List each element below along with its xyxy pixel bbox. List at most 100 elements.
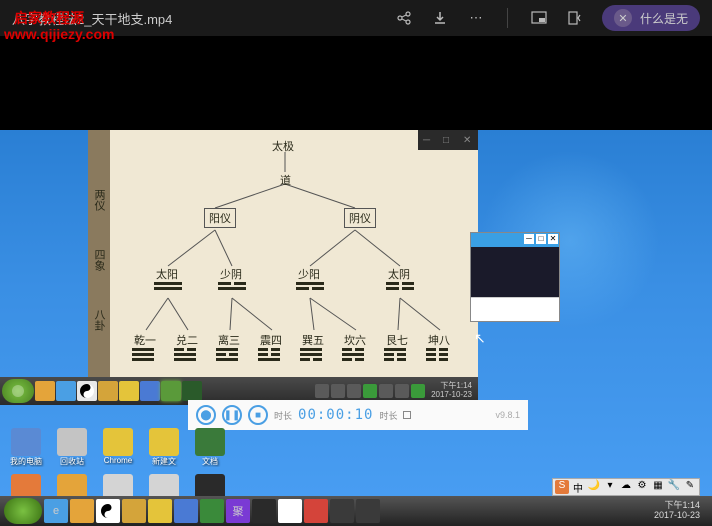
taskbar-item[interactable] [119, 381, 139, 401]
desktop-icon[interactable]: 我的电脑 [6, 428, 46, 470]
tray-icon[interactable] [379, 384, 393, 398]
tray-icon[interactable] [315, 384, 329, 398]
tree-l4-6: 艮七 [386, 332, 408, 348]
pip-icon[interactable] [530, 9, 548, 27]
tray-icon[interactable] [363, 384, 377, 398]
close-icon[interactable]: ✕ [463, 135, 473, 145]
tray-icon[interactable] [331, 384, 345, 398]
collapse-icon[interactable] [566, 9, 584, 27]
tree-lines [110, 130, 478, 390]
taskbar-item-yinyang[interactable] [77, 381, 97, 401]
menu-icon[interactable] [403, 411, 411, 419]
tree-root: 太极 [272, 138, 294, 154]
tree-l3-0: 太阳 [156, 266, 178, 282]
ime-pen-icon[interactable]: ✎ [683, 480, 697, 494]
taskbar-item[interactable] [140, 381, 160, 401]
ime-lang-icon[interactable]: 中 [571, 480, 585, 494]
taskbar-folder-icon[interactable] [148, 499, 172, 523]
start-button[interactable] [4, 498, 42, 524]
tree-l4-7: 坤八 [428, 332, 450, 348]
taskbar-item[interactable] [35, 381, 55, 401]
more-icon[interactable]: ⋯ [467, 9, 485, 27]
desktop-icon[interactable]: Chrome [98, 428, 138, 470]
ime-main-icon[interactable]: S [555, 480, 569, 494]
share-icon[interactable] [395, 9, 413, 27]
desktop-icon[interactable]: 回收站 [52, 428, 92, 470]
ime-moon-icon[interactable]: 🌙 [587, 480, 601, 494]
close-icon[interactable]: ✕ [614, 9, 632, 27]
ime-dropdown-icon[interactable]: ▾ [603, 480, 617, 494]
taskbar-item[interactable]: 聚 [226, 499, 250, 523]
watermark-text-1: 启家教程源 [14, 8, 84, 28]
tray-icon[interactable] [411, 384, 425, 398]
tree-l4-0: 乾一 [134, 332, 156, 348]
taskbar-item[interactable] [304, 499, 328, 523]
minimize-icon[interactable]: ─ [524, 234, 534, 244]
tree-l4-3: 震四 [260, 332, 282, 348]
diagram-sidebar: 两仪 四象 八卦 [88, 130, 110, 390]
diagram-titlebar: ─ □ ✕ [418, 130, 478, 150]
media-version: v9.8.1 [495, 410, 520, 420]
pill-text: 什么是无 [640, 10, 688, 27]
taskbar-item[interactable] [252, 499, 276, 523]
taskbar-item[interactable] [330, 499, 354, 523]
trigram-3 [216, 348, 238, 361]
media-label-left: 时长 [274, 409, 292, 422]
sidebar-label-1: 两仪 [91, 189, 107, 211]
taskbar-item[interactable] [174, 499, 198, 523]
taskbar-item[interactable] [356, 499, 380, 523]
tray-icon[interactable] [347, 384, 361, 398]
ime-toolbar[interactable]: S 中 🌙 ▾ ☁ ⚙ ▦ 🔧 ✎ [552, 478, 700, 496]
diagram-window[interactable]: 两仪 四象 八卦 ─ □ ✕ [88, 130, 478, 390]
tree-l2-0: 阳仪 [204, 208, 236, 228]
taskbar-item[interactable] [56, 381, 76, 401]
close-icon[interactable]: ✕ [548, 234, 558, 244]
pause-button[interactable]: ❚❚ [222, 405, 242, 425]
desktop-icon[interactable]: 新建文 [144, 428, 184, 470]
header-actions: ⋯ ✕ 什么是无 [395, 5, 700, 31]
taskbar-item[interactable] [200, 499, 224, 523]
media-time: 00:00:10 [298, 407, 373, 423]
desktop-icon[interactable]: 文档 [190, 428, 230, 470]
trigram-6 [342, 348, 364, 361]
tree-l3-1: 少阴 [220, 266, 242, 282]
hexagram-2 [218, 282, 246, 290]
taskbar-item[interactable] [122, 499, 146, 523]
taskbar-item[interactable] [98, 381, 118, 401]
stop-button[interactable]: ■ [248, 405, 268, 425]
inner-clock[interactable]: 下午1:142017-10-23 [427, 382, 476, 400]
tree-l4-2: 离三 [218, 332, 240, 348]
record-button[interactable]: ⬤ [196, 405, 216, 425]
taskbar-item[interactable] [70, 499, 94, 523]
taskbar-yinyang-icon[interactable] [96, 499, 120, 523]
taskbar-ie-icon[interactable]: e [44, 499, 68, 523]
outer-taskbar: e 聚 下午1:142017-10-23 [0, 496, 712, 526]
ime-tool-icon[interactable]: 🔧 [667, 480, 681, 494]
inner-tray: 下午1:142017-10-23 [315, 382, 476, 400]
ime-gear-icon[interactable]: ⚙ [635, 480, 649, 494]
download-icon[interactable] [431, 9, 449, 27]
divider [507, 8, 508, 28]
trigram-1 [132, 348, 154, 361]
search-pill[interactable]: ✕ 什么是无 [602, 5, 700, 31]
ime-cloud-icon[interactable]: ☁ [619, 480, 633, 494]
outer-clock[interactable]: 下午1:142017-10-23 [650, 501, 704, 521]
minimize-icon[interactable]: ─ [423, 135, 433, 145]
tray-icon[interactable] [395, 384, 409, 398]
secondary-titlebar: ─ □ ✕ [471, 233, 559, 247]
ime-keyboard-icon[interactable]: ▦ [651, 480, 665, 494]
remote-desktop: 两仪 四象 八卦 ─ □ ✕ [0, 130, 712, 526]
start-button[interactable] [2, 379, 34, 403]
outer-tray: 下午1:142017-10-23 [650, 501, 708, 521]
tree-l4-1: 兑二 [176, 332, 198, 348]
maximize-icon[interactable]: □ [443, 135, 453, 145]
taskbar-item[interactable] [182, 381, 202, 401]
trigram-7 [384, 348, 406, 361]
hexagram-4 [386, 282, 414, 290]
tree-l3-3: 太阴 [388, 266, 410, 282]
taskbar-item-active[interactable] [161, 381, 181, 401]
maximize-icon[interactable]: □ [536, 234, 546, 244]
secondary-window[interactable]: ─ □ ✕ [470, 232, 560, 322]
taskbar-item[interactable] [278, 499, 302, 523]
trigram-5 [300, 348, 322, 361]
